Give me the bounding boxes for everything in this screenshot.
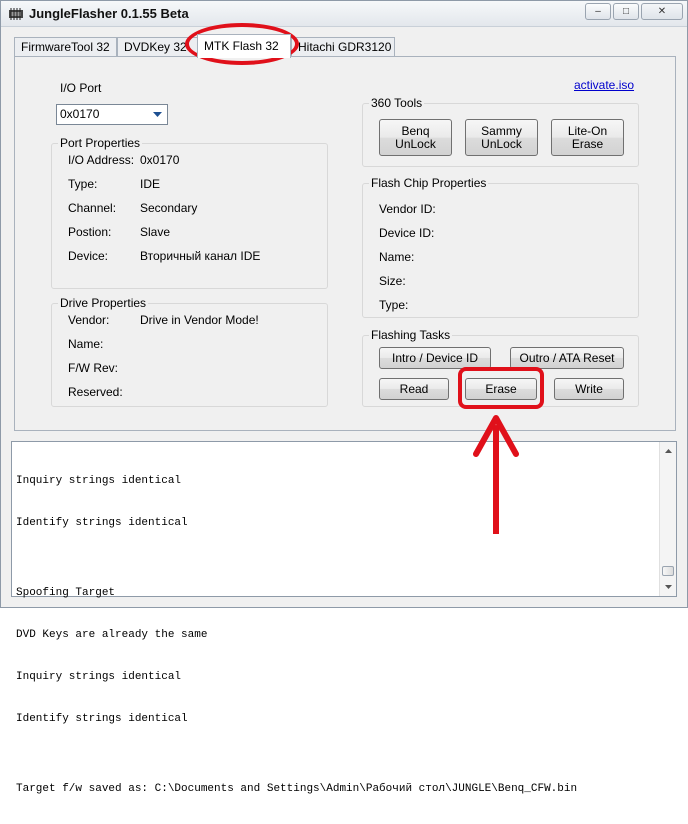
io-port-select[interactable]: 0x0170 (56, 104, 168, 125)
log-line: Identify strings identical (16, 713, 188, 725)
tab-firmwaretool[interactable]: FirmwareTool 32 (14, 37, 117, 57)
write-button[interactable]: Write (554, 378, 624, 400)
minimize-button[interactable]: – (585, 3, 611, 20)
benq-unlock-button[interactable]: Benq UnLock (379, 119, 452, 156)
device-value: Вторичный канал IDE (140, 249, 261, 263)
app-icon (9, 8, 23, 20)
flash-chip-group: Flash Chip Properties Vendor ID: Device … (362, 176, 639, 318)
scroll-thumb[interactable] (662, 566, 674, 576)
mtk-flash-panel: I/O Port 0x0170 activate.iso Port Proper… (14, 56, 676, 431)
log-line: DVD Keys are already the same (16, 629, 208, 641)
tab-label: Hitachi GDR3120 (298, 40, 392, 54)
reserved-label: Reserved: (68, 385, 123, 399)
chevron-down-icon (149, 106, 166, 123)
drive-properties-title: Drive Properties (58, 296, 149, 310)
device-label: Device: (68, 249, 109, 263)
port-properties-group: Port Properties I/O Address: 0x0170 Type… (51, 136, 328, 289)
lite-on-erase-button[interactable]: Lite-On Erase (551, 119, 624, 156)
tools-360-title: 360 Tools (369, 96, 425, 110)
name-label: Name: (68, 337, 104, 351)
chip-size-label: Size: (379, 274, 406, 288)
tab-mtk-flash[interactable]: MTK Flash 32 (197, 34, 291, 58)
io-port-label: I/O Port (60, 81, 102, 95)
chip-type-label: Type: (379, 298, 409, 312)
title-bar[interactable]: JungleFlasher 0.1.55 Beta – □ ✕ (1, 1, 687, 27)
tab-hitachi[interactable]: Hitachi GDR3120 (291, 37, 395, 57)
log-line: Target f/w saved as: C:\Documents and Se… (16, 783, 578, 795)
io-address-label: I/O Address: (68, 153, 135, 167)
window-title: JungleFlasher 0.1.55 Beta (29, 6, 189, 21)
log-scrollbar[interactable] (659, 442, 676, 596)
log-line: Identify strings identical (16, 517, 188, 529)
app-window: JungleFlasher 0.1.55 Beta – □ ✕ Firmware… (0, 0, 688, 795)
minimize-icon: – (595, 6, 601, 17)
flashing-tasks-title: Flashing Tasks (369, 328, 453, 342)
tab-label: DVDKey 32 (124, 40, 187, 54)
annotation-arrow-icon (473, 415, 519, 534)
scroll-down-icon[interactable] (660, 579, 676, 595)
io-port-value: 0x0170 (60, 107, 100, 121)
type-label: Type: (68, 177, 98, 191)
tab-label: MTK Flash 32 (204, 39, 279, 53)
channel-label: Channel: (68, 201, 117, 215)
log-line: Spoofing Target (16, 587, 116, 599)
fw-rev-label: F/W Rev: (68, 361, 118, 375)
intro-device-id-button[interactable]: Intro / Device ID (379, 347, 491, 369)
close-icon: ✕ (657, 6, 667, 17)
annotation-box-erase (458, 367, 544, 409)
position-value: Slave (140, 225, 171, 239)
flash-chip-title: Flash Chip Properties (369, 176, 489, 190)
scroll-up-icon[interactable] (660, 443, 676, 459)
maximize-button[interactable]: □ (613, 3, 639, 20)
channel-value: Secondary (140, 201, 198, 215)
port-properties-title: Port Properties (58, 136, 143, 150)
close-button[interactable]: ✕ (641, 3, 683, 20)
vendor-label: Vendor: (68, 313, 110, 327)
log-output[interactable]: Inquiry strings identical Identify strin… (11, 441, 677, 795)
read-button[interactable]: Read (379, 378, 449, 400)
log-line: Inquiry strings identical (16, 671, 182, 683)
type-value: IDE (140, 177, 161, 191)
outro-ata-reset-button[interactable]: Outro / ATA Reset (510, 347, 624, 369)
vendor-id-label: Vendor ID: (379, 202, 436, 216)
chip-name-label: Name: (379, 250, 415, 264)
tools-360-group: 360 Tools Benq UnLock Sammy UnLock Lite-… (362, 96, 639, 167)
activate-iso-link[interactable]: activate.iso (574, 78, 634, 92)
log-line: Inquiry strings identical (16, 475, 182, 487)
tab-label: FirmwareTool 32 (21, 40, 110, 54)
vendor-value: Drive in Vendor Mode! (140, 313, 259, 327)
log-lines: Inquiry strings identical Identify strin… (16, 446, 656, 824)
sammy-unlock-button[interactable]: Sammy UnLock (465, 119, 538, 156)
drive-properties-group: Drive Properties Vendor: Drive in Vendor… (51, 296, 328, 407)
io-address-value: 0x0170 (140, 153, 180, 167)
position-label: Postion: (68, 225, 112, 239)
device-id-label: Device ID: (379, 226, 435, 240)
maximize-icon: □ (622, 6, 630, 17)
